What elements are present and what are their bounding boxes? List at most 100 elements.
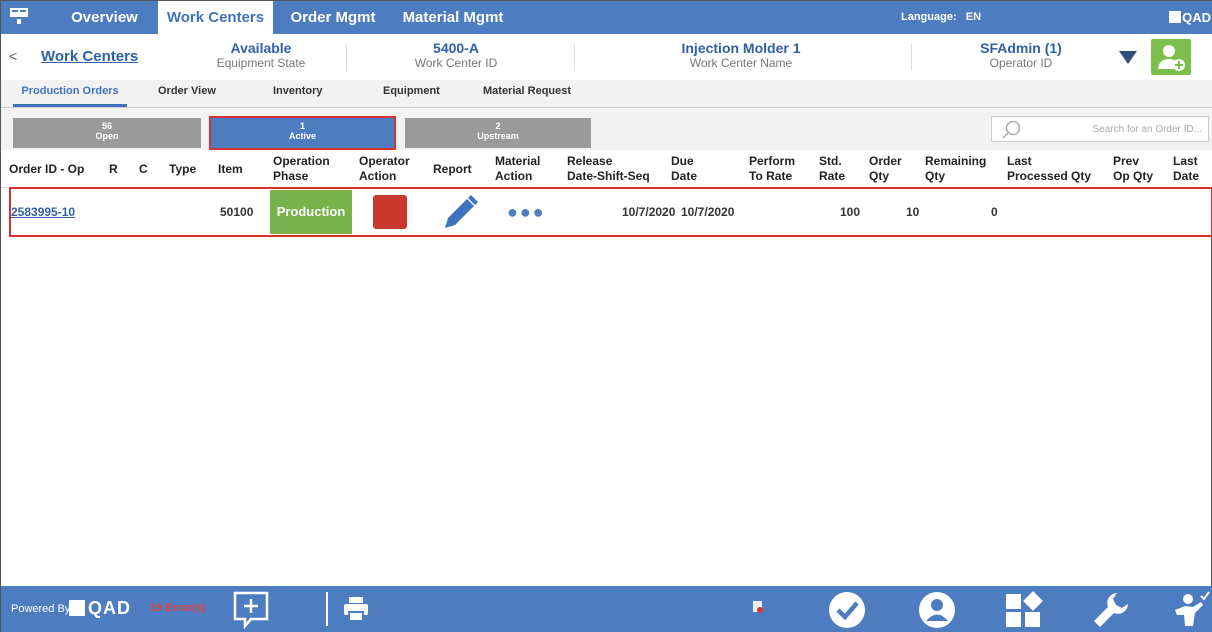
col-std-rate[interactable]: Std. Rate	[819, 154, 845, 184]
add-operator-button[interactable]	[1151, 39, 1191, 75]
user-profile-icon[interactable]	[917, 590, 957, 630]
filter-active-count: 1	[299, 121, 305, 131]
equipment-state-value: Available	[230, 40, 292, 56]
operator-id-label: Operator ID	[989, 56, 1053, 70]
powered-by-label: Powered By	[11, 603, 71, 615]
tab-work-centers[interactable]: Work Centers	[158, 1, 273, 34]
wrench-icon[interactable]	[1091, 590, 1131, 630]
col-c[interactable]: C	[139, 162, 148, 177]
brand-text: QAD	[1182, 10, 1211, 25]
subtab-inventory[interactable]: Inventory	[273, 80, 323, 107]
filter-upstream-button[interactable]: 2 Upstream	[405, 118, 591, 148]
work-center-name: Injection Molder 1 Work Center Name	[641, 40, 841, 70]
col-operator-action[interactable]: Operator Action	[359, 154, 410, 184]
work-center-name-label: Work Center Name	[689, 56, 793, 70]
operator-id: SFAdmin (1) Operator ID	[956, 40, 1086, 70]
col-order-id[interactable]: Order ID - Op	[9, 162, 84, 177]
col-text: Prev	[1113, 154, 1140, 168]
table-header: Order ID - Op R C Type Item Operation Pha…	[1, 150, 1212, 188]
col-item[interactable]: Item	[218, 162, 243, 177]
tab-order-mgmt[interactable]: Order Mgmt	[273, 1, 393, 34]
filter-upstream-count: 2	[495, 121, 501, 131]
operator-action-button[interactable]	[373, 195, 407, 229]
language-selector[interactable]: Language: EN	[901, 1, 981, 34]
col-perform-to-rate[interactable]: Perform To Rate	[749, 154, 795, 184]
col-text: Qty	[869, 169, 890, 183]
work-centers-link[interactable]: Work Centers	[41, 48, 138, 65]
col-text: Date	[1173, 169, 1200, 183]
add-comment-icon[interactable]	[231, 589, 271, 629]
work-center-id-label: Work Center ID	[414, 56, 498, 70]
filter-open-button[interactable]: 56 Open	[13, 118, 201, 148]
subtab-material-request[interactable]: Material Request	[483, 80, 571, 107]
col-type[interactable]: Type	[169, 162, 196, 177]
col-due-date[interactable]: Due Date	[671, 154, 697, 184]
col-prev-op-qty[interactable]: Prev Op Qty	[1113, 154, 1153, 184]
error-count-link[interactable]: 19 Error(s)	[150, 602, 206, 614]
divider	[346, 44, 347, 70]
filter-upstream-label: Upstream	[477, 131, 519, 141]
filter-active-button[interactable]: 1 Active	[209, 116, 396, 150]
operator-dropdown-icon[interactable]	[1119, 51, 1137, 64]
operator-done-icon[interactable]	[1171, 590, 1211, 630]
col-text: Remaining	[925, 154, 987, 168]
col-text: Perform	[749, 154, 796, 168]
col-last-date[interactable]: Last Date	[1173, 154, 1199, 184]
divider	[911, 44, 912, 70]
notification-icon[interactable]	[751, 600, 765, 614]
equipment-state: Available Equipment State	[191, 40, 331, 70]
col-text: Last	[1173, 154, 1198, 168]
back-button[interactable]: <	[9, 48, 17, 64]
col-r[interactable]: R	[109, 162, 118, 177]
item-cell: 50100	[220, 205, 254, 219]
col-text: To Rate	[749, 169, 793, 183]
operation-phase-badge[interactable]: Production	[270, 190, 352, 234]
filter-open-label: Open	[95, 131, 119, 141]
checkmark-icon[interactable]	[827, 590, 867, 630]
col-remaining-qty[interactable]: Remaining Qty	[925, 154, 986, 184]
col-last-processed-qty[interactable]: Last Processed Qty	[1007, 154, 1091, 184]
col-material-action[interactable]: Material Action	[495, 154, 540, 184]
subtab-production-orders[interactable]: Production Orders	[13, 80, 127, 107]
equipment-state-label: Equipment State	[216, 56, 306, 70]
col-text: Date	[671, 169, 698, 183]
footer-divider	[326, 592, 328, 626]
operator-id-value: SFAdmin (1)	[980, 40, 1062, 56]
col-report[interactable]: Report	[433, 162, 472, 177]
col-text: Qty	[925, 169, 946, 183]
language-label: Language:	[901, 11, 957, 23]
filter-open-count: 56	[101, 121, 112, 131]
order-id-link[interactable]: 2583995-10	[11, 189, 75, 235]
col-text: Op Qty	[1113, 169, 1154, 183]
subtab-order-view[interactable]: Order View	[158, 80, 216, 107]
col-text: Release	[567, 154, 613, 168]
col-text: Processed Qty	[1007, 169, 1092, 183]
col-text: Phase	[273, 169, 309, 183]
tab-material-mgmt[interactable]: Material Mgmt	[393, 1, 513, 34]
language-value[interactable]: EN	[966, 11, 981, 23]
col-text: Operator	[359, 154, 410, 168]
tab-overview[interactable]: Overview	[51, 1, 158, 34]
col-text: Action	[359, 169, 397, 183]
col-text: Last	[1007, 154, 1032, 168]
col-text: Order	[869, 154, 902, 168]
order-search-input[interactable]: Search for an Order ID...	[991, 116, 1209, 142]
col-operation-phase[interactable]: Operation Phase	[273, 154, 330, 184]
table-row[interactable]: 2583995-10 50100 Production ●●● 10/7/202…	[9, 187, 1212, 237]
dashboard-tiles-icon[interactable]	[1004, 590, 1044, 630]
std-rate-cell: 100	[840, 205, 861, 219]
order-qty-cell: 10	[906, 205, 920, 219]
filter-bar: 56 Open 1 Active 2 Upstream Search for a…	[1, 108, 1212, 150]
app-logo-icon[interactable]	[9, 6, 29, 26]
col-release[interactable]: Release Date-Shift-Seq	[567, 154, 650, 184]
report-pencil-icon[interactable]	[439, 192, 479, 232]
col-order-qty[interactable]: Order Qty	[869, 154, 902, 184]
subtab-equipment[interactable]: Equipment	[383, 80, 440, 107]
work-center-name-value: Injection Molder 1	[681, 40, 801, 56]
due-date-cell: 10/7/2020	[681, 205, 735, 219]
material-action-icon[interactable]: ●●●	[507, 189, 546, 235]
filter-active-label: Active	[288, 131, 316, 141]
work-center-header: < Work Centers Available Equipment State…	[1, 34, 1212, 80]
col-text: Operation	[273, 154, 330, 168]
print-icon[interactable]	[342, 595, 370, 623]
